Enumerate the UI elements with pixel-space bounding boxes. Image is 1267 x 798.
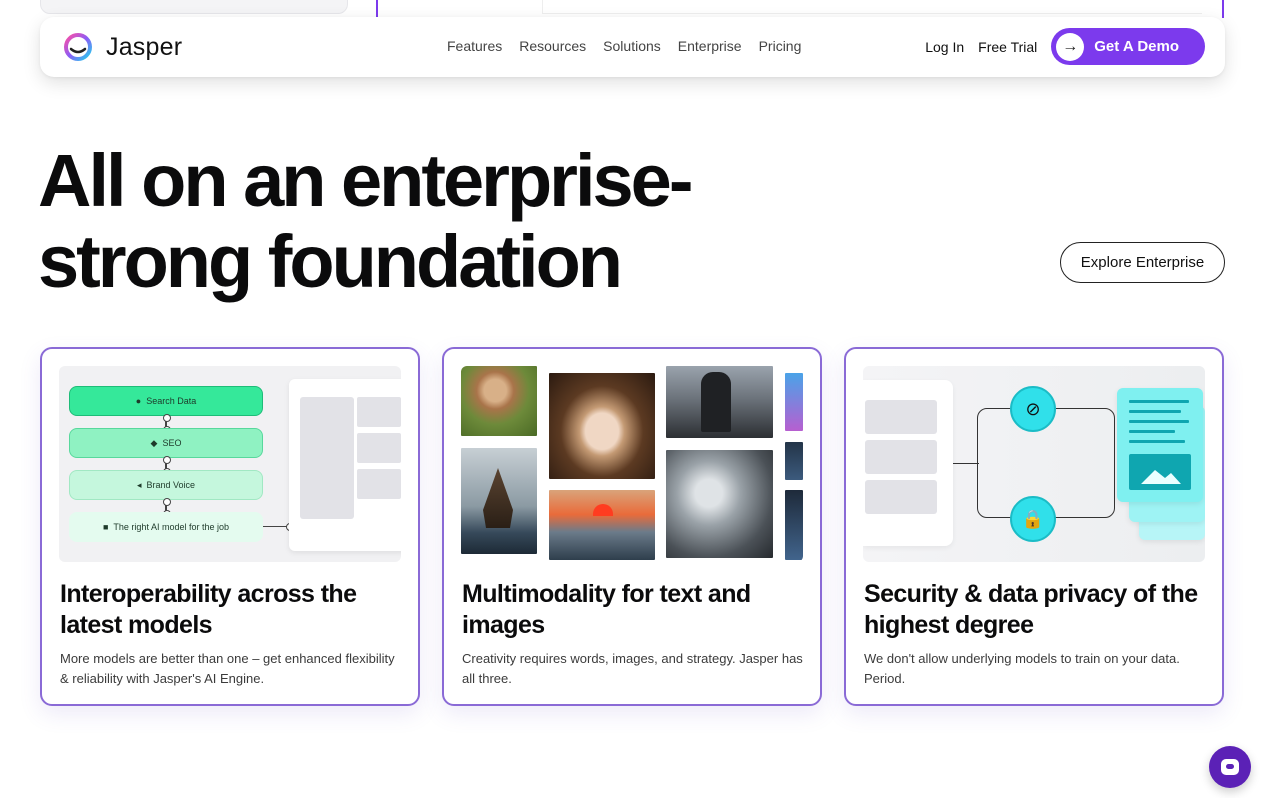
brand-logo[interactable]: Jasper xyxy=(60,31,182,63)
section-heading: All on an enterprise-strong foundation xyxy=(38,139,693,303)
nav-link-resources[interactable]: Resources xyxy=(519,38,586,54)
chat-icon xyxy=(1221,759,1239,775)
megaphone-icon: ◂ xyxy=(136,479,142,490)
image-collage xyxy=(461,366,803,562)
nav-link-solutions[interactable]: Solutions xyxy=(603,38,661,54)
editor-panel xyxy=(289,379,401,551)
primary-nav: Features Resources Solutions Enterprise … xyxy=(447,38,801,54)
cropped-image xyxy=(785,490,803,560)
nav-actions: Log In Free Trial → Get A Demo xyxy=(925,28,1205,65)
seo-icon: ◆ xyxy=(150,437,158,448)
cropped-image xyxy=(785,442,803,480)
abstract-image xyxy=(785,373,803,431)
wire xyxy=(953,463,979,464)
panel-block xyxy=(865,480,937,514)
flow-step-label: Search Data xyxy=(146,396,197,406)
nav-link-features[interactable]: Features xyxy=(447,38,502,54)
connector-line xyxy=(263,523,294,531)
card-title: Multimodality for text and images xyxy=(462,580,751,639)
portrait-image xyxy=(549,373,655,479)
side-panel xyxy=(863,380,953,546)
feature-card-interoperability: ● Search Data ◆ SEO ◂ Brand Voice ■ The righ… xyxy=(40,347,420,706)
figures-image xyxy=(666,366,773,438)
doc-line xyxy=(1129,420,1189,423)
card-title: Security & data privacy of the highest d… xyxy=(864,580,1198,639)
top-nav: Jasper Features Resources Solutions Ente… xyxy=(40,17,1225,77)
doc-line xyxy=(1129,440,1185,443)
chat-launcher-button[interactable] xyxy=(1209,746,1251,788)
card-description: We don't allow underlying models to trai… xyxy=(864,651,1180,686)
lock-icon: 🔒 xyxy=(1010,496,1056,542)
doc-line xyxy=(1129,400,1189,403)
flow-step: ■ The right AI model for the job xyxy=(69,512,263,542)
flow-step-label: SEO xyxy=(162,438,182,448)
doc-front xyxy=(1117,388,1203,502)
interoperability-illustration: ● Search Data ◆ SEO ◂ Brand Voice ■ The righ… xyxy=(59,366,401,562)
flow-step-label: The right AI model for the job xyxy=(113,522,229,532)
card-description: Creativity requires words, images, and s… xyxy=(462,651,803,686)
image-icon xyxy=(1129,454,1191,490)
peek-panel-left xyxy=(40,0,348,14)
brand-name: Jasper xyxy=(106,32,183,61)
panel-column xyxy=(300,397,354,519)
card-description: More models are better than one – get en… xyxy=(60,651,395,686)
panel-block xyxy=(357,397,401,427)
jasper-logo-icon xyxy=(64,33,92,61)
arrow-right-icon: → xyxy=(1056,32,1085,61)
storm-image xyxy=(666,450,773,558)
peek-panel-inner xyxy=(542,0,1202,14)
sunset-image xyxy=(549,490,655,560)
card-title: Interoperability across the latest model… xyxy=(60,580,357,639)
free-trial-link[interactable]: Free Trial xyxy=(978,39,1037,55)
panel-block xyxy=(865,440,937,474)
ship-image xyxy=(461,448,537,554)
dog-image xyxy=(461,366,537,436)
doc-line xyxy=(1129,410,1181,413)
nav-link-pricing[interactable]: Pricing xyxy=(759,38,802,54)
get-demo-button[interactable]: → Get A Demo xyxy=(1051,28,1205,65)
flow-step: ◂ Brand Voice xyxy=(69,470,263,500)
security-illustration: ⊘ 🔒 xyxy=(863,366,1205,562)
feature-card-security: ⊘ 🔒 Security & data privacy of the highe… xyxy=(844,347,1224,706)
flow-step: ◆ SEO xyxy=(69,428,263,458)
flow-step: ● Search Data xyxy=(69,386,263,416)
get-demo-label: Get A Demo xyxy=(1094,38,1179,55)
nav-link-enterprise[interactable]: Enterprise xyxy=(678,38,742,54)
doc-line xyxy=(1129,430,1175,433)
search-icon: ● xyxy=(135,396,142,406)
panel-block xyxy=(865,400,937,434)
panel-block xyxy=(357,433,401,463)
login-link[interactable]: Log In xyxy=(925,39,964,55)
flow-step-label: Brand Voice xyxy=(146,480,196,490)
chip-icon: ■ xyxy=(102,522,109,532)
explore-enterprise-button[interactable]: Explore Enterprise xyxy=(1060,242,1225,283)
panel-block xyxy=(357,469,401,499)
feature-card-multimodality: Multimodality for text and images Creati… xyxy=(442,347,822,706)
eye-off-icon: ⊘ xyxy=(1010,386,1056,432)
